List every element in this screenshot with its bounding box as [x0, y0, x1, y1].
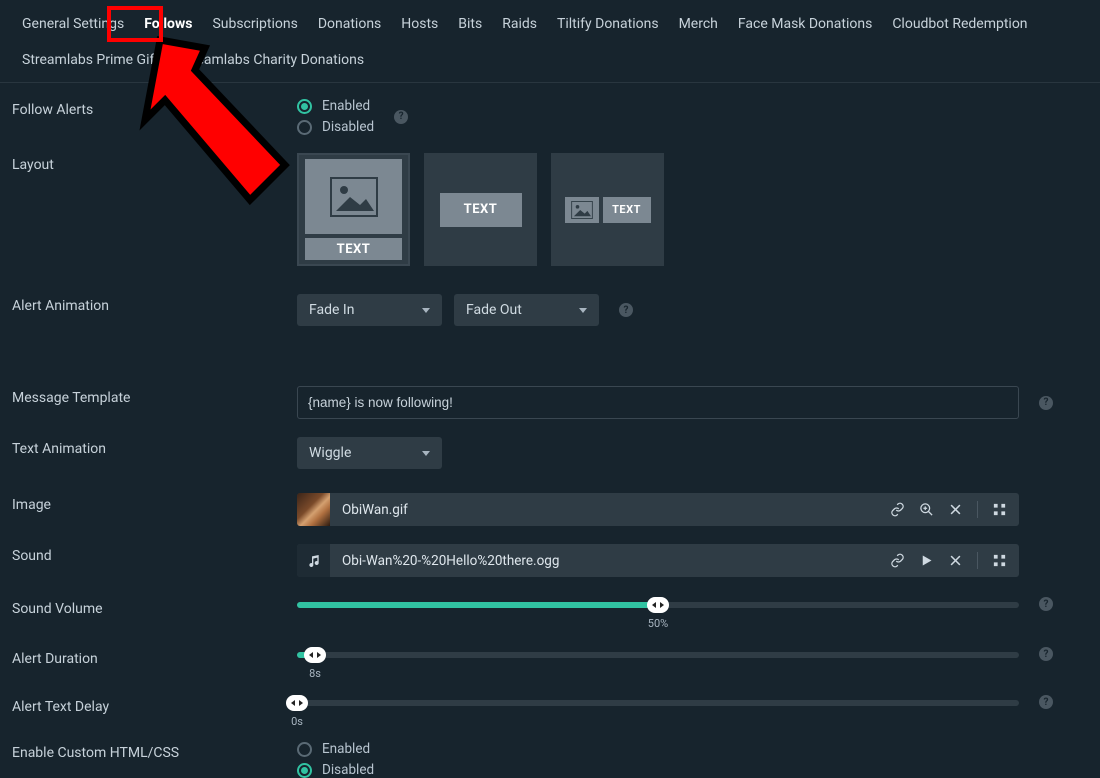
sound-file-name: Obi-Wan%20-%20Hello%20there.ogg: [330, 553, 890, 569]
annotation-arrow: [130, 30, 300, 250]
radio-label: Disabled: [322, 762, 374, 778]
link-icon[interactable]: [890, 502, 905, 517]
radio-label: Enabled: [322, 741, 370, 757]
select-value: Wiggle: [309, 445, 351, 461]
radio-dot-icon: [297, 742, 312, 757]
radio-label: Disabled: [322, 119, 374, 135]
close-icon[interactable]: [948, 553, 963, 568]
volume-slider[interactable]: 50%: [297, 600, 1019, 608]
chevron-down-icon: [422, 451, 430, 456]
select-animation-in[interactable]: Fade In: [297, 294, 442, 326]
tab-raids[interactable]: Raids: [492, 10, 547, 46]
label-alert-duration: Alert Duration: [12, 647, 297, 667]
layout-option-stacked[interactable]: TEXT: [297, 153, 410, 266]
message-template-input[interactable]: [297, 386, 1019, 419]
select-text-animation[interactable]: Wiggle: [297, 437, 442, 469]
layout-option-text-only[interactable]: TEXT: [424, 153, 537, 266]
tab-bits[interactable]: Bits: [448, 10, 492, 46]
delay-slider[interactable]: 0s: [297, 698, 1019, 706]
sound-thumbnail: [297, 544, 330, 577]
label-alert-text-delay: Alert Text Delay: [12, 695, 297, 715]
layout-option-side[interactable]: TEXT: [551, 153, 664, 266]
tab-hosts[interactable]: Hosts: [391, 10, 448, 46]
image-file-name: ObiWan.gif: [330, 502, 890, 518]
label-sound: Sound: [12, 544, 297, 564]
tab-merch[interactable]: Merch: [669, 10, 728, 46]
radio-custom-disabled[interactable]: Disabled: [297, 762, 374, 778]
select-value: Fade Out: [466, 302, 522, 318]
tab-donations[interactable]: Donations: [308, 10, 391, 46]
link-icon[interactable]: [890, 553, 905, 568]
play-icon[interactable]: [919, 553, 934, 568]
separator: [977, 501, 978, 518]
layout-text-badge: TEXT: [603, 197, 651, 223]
image-placeholder-icon: [330, 177, 378, 217]
tab-cloudbot-redemption[interactable]: Cloudbot Redemption: [882, 10, 1037, 46]
chevron-down-icon: [422, 308, 430, 313]
radio-follow-alerts-enabled[interactable]: Enabled: [297, 98, 374, 114]
music-icon: [306, 553, 322, 569]
separator: [977, 552, 978, 569]
delay-value: 0s: [291, 715, 303, 728]
label-enable-custom: Enable Custom HTML/CSS: [12, 741, 297, 761]
layout-text-badge: TEXT: [305, 238, 402, 260]
help-icon[interactable]: ?: [619, 303, 633, 317]
duration-value: 8s: [309, 667, 321, 680]
sound-file-bar: Obi-Wan%20-%20Hello%20there.ogg: [297, 544, 1019, 577]
radio-dot-icon: [297, 763, 312, 778]
help-icon[interactable]: ?: [1039, 647, 1053, 661]
help-icon[interactable]: ?: [394, 110, 408, 124]
label-alert-animation: Alert Animation: [12, 294, 297, 314]
grid-icon[interactable]: [992, 502, 1007, 517]
layout-text-badge: TEXT: [440, 193, 522, 227]
label-message-template: Message Template: [12, 386, 297, 406]
radio-follow-alerts-disabled[interactable]: Disabled: [297, 119, 374, 135]
zoom-icon[interactable]: [919, 502, 934, 517]
radio-custom-enabled[interactable]: Enabled: [297, 741, 374, 757]
label-sound-volume: Sound Volume: [12, 597, 297, 617]
tab-face-mask-donations[interactable]: Face Mask Donations: [728, 10, 882, 46]
radio-label: Enabled: [322, 98, 370, 114]
volume-value: 50%: [648, 617, 668, 630]
help-icon[interactable]: ?: [1039, 695, 1053, 709]
image-placeholder-icon: [571, 201, 593, 219]
help-icon[interactable]: ?: [1039, 597, 1053, 611]
label-text-animation: Text Animation: [12, 437, 297, 457]
chevron-down-icon: [579, 308, 587, 313]
tab-general-settings[interactable]: General Settings: [12, 10, 134, 46]
select-value: Fade In: [309, 302, 354, 318]
grid-icon[interactable]: [992, 553, 1007, 568]
image-thumbnail: [297, 493, 330, 526]
label-image: Image: [12, 493, 297, 513]
tab-tiltify-donations[interactable]: Tiltify Donations: [547, 10, 669, 46]
help-icon[interactable]: ?: [1039, 396, 1053, 410]
select-animation-out[interactable]: Fade Out: [454, 294, 599, 326]
close-icon[interactable]: [948, 502, 963, 517]
duration-slider[interactable]: 8s: [297, 650, 1019, 658]
image-file-bar: ObiWan.gif: [297, 493, 1019, 526]
